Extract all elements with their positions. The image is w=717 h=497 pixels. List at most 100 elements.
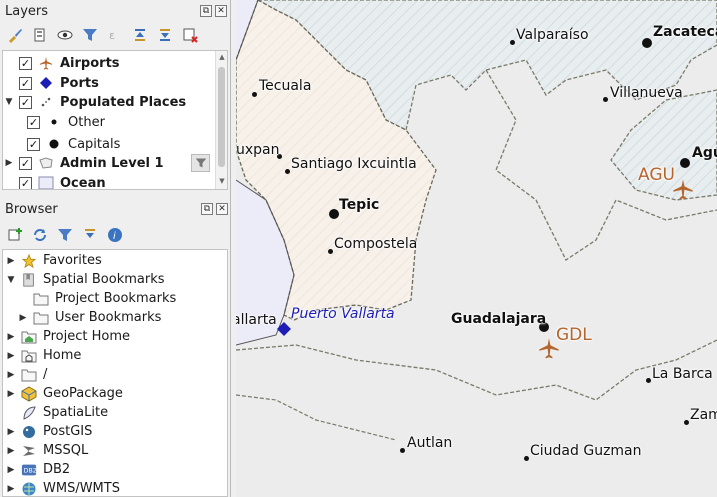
large-dot-icon (46, 136, 62, 152)
airplane-icon (673, 179, 693, 200)
browser-item-home[interactable]: ▶ Home (5, 346, 82, 365)
style-brush-icon[interactable] (6, 26, 24, 44)
layer-ocean[interactable]: ✓ Ocean (3, 173, 106, 190)
browser-item-label: Project Bookmarks (55, 291, 177, 306)
close-panel-icon[interactable]: ✕ (215, 5, 227, 17)
airplane-icon (38, 55, 54, 71)
browser-item-spatialite[interactable]: SpatiaLite (5, 403, 108, 422)
add-group-icon[interactable] (31, 26, 49, 44)
layer-filter-icon[interactable] (191, 154, 210, 172)
float-panel-icon[interactable]: ⧉ (200, 5, 212, 17)
collapse-all-icon[interactable] (156, 26, 174, 44)
browser-item-postgis[interactable]: ▶ PostGIS (5, 422, 93, 441)
place-label-zacatecas: Zacateca (653, 24, 717, 40)
small-dot-icon (46, 114, 62, 130)
category-checkbox[interactable]: ✓ (27, 137, 40, 151)
filter-icon[interactable] (81, 26, 99, 44)
browser-item-label: PostGIS (43, 424, 93, 439)
category-capitals[interactable]: ✓ Capitals (23, 134, 120, 154)
diamond-icon (38, 75, 54, 91)
collapse-all-icon[interactable] (81, 226, 99, 244)
port-diamond-icon (277, 322, 291, 336)
category-checkbox[interactable]: ✓ (27, 115, 40, 129)
place-dot (603, 97, 608, 102)
float-panel-icon[interactable]: ⧉ (201, 203, 213, 215)
scroll-thumb[interactable] (218, 67, 225, 167)
airplane-icon (539, 338, 559, 359)
place-dot (252, 92, 257, 97)
capital-dot (329, 209, 339, 219)
folder-icon (33, 310, 49, 326)
ocean-swatch-icon (38, 175, 54, 189)
collapsed-arrow-icon[interactable]: ▶ (3, 158, 15, 168)
layer-admin-level-1[interactable]: ▶ ✓ Admin Level 1 (3, 153, 164, 173)
layer-populated-places[interactable]: ▼ ✓ Populated Places (3, 92, 187, 112)
browser-item-label: WMS/WMTS (43, 481, 120, 496)
collapsed-arrow-icon[interactable]: ▶ (5, 427, 17, 437)
place-label-autlan: Autlan (407, 435, 453, 451)
layer-checkbox[interactable]: ✓ (19, 176, 32, 189)
filter-expression-icon[interactable]: ε (106, 26, 124, 44)
svg-text:DB2: DB2 (24, 467, 37, 474)
expanded-arrow-icon[interactable]: ▼ (5, 275, 17, 285)
collapsed-arrow-icon[interactable]: ▶ (5, 370, 17, 380)
layer-checkbox[interactable]: ✓ (19, 156, 32, 170)
layer-checkbox[interactable]: ✓ (19, 95, 32, 109)
project-home-icon (21, 329, 37, 345)
bookmark-icon (21, 272, 37, 288)
browser-item-spatial-bookmarks[interactable]: ▼ Spatial Bookmarks (5, 270, 165, 289)
layer-name: Ocean (60, 175, 106, 190)
layer-name: Admin Level 1 (60, 155, 164, 171)
map-canvas[interactable]: Valparaíso Zacateca Tecuala Villanueva A… (236, 0, 717, 497)
browser-item-wms-wmts[interactable]: ▶ WMS/WMTS (5, 479, 120, 497)
folder-icon (33, 291, 49, 307)
browser-item-user-bookmarks[interactable]: ▶ User Bookmarks (17, 308, 162, 327)
browser-tree: ▶ Favorites ▼ Spatial Bookmarks Project Book… (2, 249, 228, 497)
collapsed-arrow-icon[interactable]: ▶ (5, 351, 17, 361)
layers-panel-title: Layers (5, 3, 49, 19)
collapsed-arrow-icon[interactable]: ▶ (5, 332, 17, 342)
expanded-arrow-icon[interactable]: ▼ (3, 97, 15, 107)
info-icon[interactable]: i (106, 226, 124, 244)
collapsed-arrow-icon[interactable]: ▶ (5, 446, 17, 456)
expand-all-icon[interactable] (131, 26, 149, 44)
port-label-puerto-vallarta: Puerto Vallarta (291, 306, 395, 322)
browser-item-label: SpatiaLite (43, 405, 109, 420)
browser-item-project-home[interactable]: ▶ Project Home (5, 327, 130, 346)
place-label-compostela: Compostela (334, 236, 418, 252)
collapsed-arrow-icon[interactable]: ▶ (5, 484, 17, 494)
layers-scrollbar[interactable]: ▲ ▼ (215, 51, 227, 189)
place-dot (684, 420, 689, 425)
layer-checkbox[interactable]: ✓ (19, 76, 32, 90)
scroll-up-icon[interactable]: ▲ (217, 53, 227, 63)
postgis-icon (21, 424, 37, 440)
polygon-icon (38, 155, 54, 171)
collapsed-arrow-icon[interactable]: ▶ (5, 465, 17, 475)
layer-checkbox[interactable]: ✓ (19, 56, 32, 70)
layer-ports[interactable]: ✓ Ports (3, 73, 99, 93)
close-panel-icon[interactable]: ✕ (216, 203, 228, 215)
browser-item-db2[interactable]: ▶ DB2 DB2 (5, 460, 71, 479)
layer-airports[interactable]: ✓ Airports (3, 53, 120, 73)
collapsed-arrow-icon[interactable]: ▶ (5, 256, 17, 266)
collapsed-arrow-icon[interactable]: ▶ (5, 389, 17, 399)
star-icon (21, 253, 37, 269)
refresh-icon[interactable] (31, 226, 49, 244)
scroll-down-icon[interactable]: ▼ (217, 177, 227, 187)
remove-layer-icon[interactable] (181, 26, 199, 44)
filter-browser-icon[interactable] (56, 226, 74, 244)
browser-item-project-bookmarks[interactable]: Project Bookmarks (17, 289, 176, 308)
place-dot (328, 249, 333, 254)
place-label-aguascalientes: Agu (692, 145, 717, 161)
browser-item-root[interactable]: ▶ / (5, 365, 48, 384)
place-label-valparaiso: Valparaíso (516, 27, 589, 43)
layers-panel-title-bar: Layers ⧉ ✕ (0, 0, 230, 22)
category-other[interactable]: ✓ Other (23, 112, 105, 132)
browser-item-favorites[interactable]: ▶ Favorites (5, 251, 102, 270)
browser-item-mssql[interactable]: ▶ MSSQL (5, 441, 89, 460)
browser-item-geopackage[interactable]: ▶ GeoPackage (5, 384, 123, 403)
add-selected-layers-icon[interactable] (6, 226, 24, 244)
wms-icon (21, 481, 37, 497)
visibility-eye-icon[interactable] (56, 26, 74, 44)
collapsed-arrow-icon[interactable]: ▶ (17, 313, 29, 323)
